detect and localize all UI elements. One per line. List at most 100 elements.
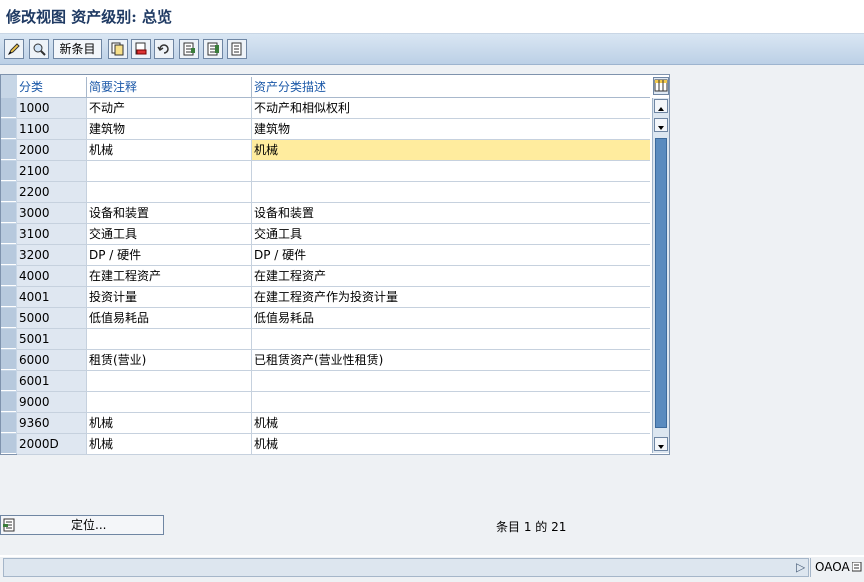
cell-description[interactable]: 机械 [252,140,650,160]
cell-short-text[interactable]: 交通工具 [87,224,252,244]
cell-class: 3100 [17,224,87,244]
row-selector[interactable] [1,371,16,391]
cell-description[interactable]: 建筑物 [252,119,650,139]
cell-description[interactable]: 在建工程资产 [252,266,650,286]
cell-description[interactable] [252,161,650,181]
row-selector[interactable] [1,266,16,286]
row-selector[interactable] [1,182,16,202]
sap-window: 修改视图 资产级别: 总览 新条目 分类 简要注释 资产分类描述 1000 不动… [0,0,864,582]
cell-short-text[interactable] [87,371,252,391]
row-selector[interactable] [1,350,16,370]
cell-class: 5000 [17,308,87,328]
cell-class: 1000 [17,98,87,118]
cell-short-text[interactable]: 设备和装置 [87,203,252,223]
status-message-field [3,558,809,577]
page-title: 修改视图 资产级别: 总览 [6,8,172,26]
position-button[interactable]: 定位... [0,515,164,535]
cell-short-text[interactable]: 机械 [87,434,252,454]
table-row: 3000 设备和装置 设备和装置 [17,203,650,224]
table-row: 2100 [17,161,650,182]
cell-description[interactable]: 在建工程资产作为投资计量 [252,287,650,307]
cell-short-text[interactable]: 投资计量 [87,287,252,307]
scroll-up-icon[interactable] [654,99,668,113]
cell-description[interactable] [252,329,650,349]
display-icon[interactable] [29,39,49,59]
cell-class: 5001 [17,329,87,349]
cell-class: 2100 [17,161,87,181]
title-bar: 修改视图 资产级别: 总览 [0,0,864,34]
row-selector[interactable] [1,98,16,118]
cell-short-text[interactable]: 不动产 [87,98,252,118]
status-bar: ▷ OAOA [0,557,864,582]
undo-icon[interactable] [154,39,174,59]
row-selector[interactable] [1,434,16,454]
table-row: 1100 建筑物 建筑物 [17,119,650,140]
cell-short-text[interactable]: 机械 [87,413,252,433]
table-row: 3200 DP / 硬件 DP / 硬件 [17,245,650,266]
table-row: 2000 机械 机械 [17,140,650,161]
cell-description[interactable]: 机械 [252,413,650,433]
cell-short-text[interactable] [87,329,252,349]
cell-short-text[interactable]: 在建工程资产 [87,266,252,286]
select-block-icon[interactable] [203,39,223,59]
cell-short-text[interactable]: 建筑物 [87,119,252,139]
cell-short-text[interactable] [87,161,252,181]
cell-description[interactable] [252,392,650,412]
system-client: OAOA [815,560,850,574]
cell-short-text[interactable]: 机械 [87,140,252,160]
column-header-class[interactable]: 分类 [17,77,87,97]
select-all-icon[interactable] [179,39,199,59]
deselect-all-icon[interactable] [227,39,247,59]
row-selector[interactable] [1,392,16,412]
row-selector[interactable] [1,287,16,307]
cell-class: 1100 [17,119,87,139]
table-row: 2000D 机械 机械 [17,434,650,455]
row-selector[interactable] [1,308,16,328]
cell-description[interactable] [252,182,650,202]
cell-class: 4000 [17,266,87,286]
copy-icon[interactable] [108,39,128,59]
position-button-label: 定位... [71,518,107,532]
row-selector[interactable] [1,413,16,433]
edit-icon[interactable] [4,39,24,59]
delete-icon[interactable] [131,39,151,59]
cell-description[interactable]: 不动产和相似权利 [252,98,650,118]
cell-class: 6001 [17,371,87,391]
cell-description[interactable] [252,371,650,391]
row-selector[interactable] [1,203,16,223]
table-row: 6001 [17,371,650,392]
row-selector[interactable] [1,161,16,181]
row-selector[interactable] [1,140,16,160]
scroll-page-down-icon[interactable] [654,118,668,132]
vertical-scrollbar[interactable] [652,98,669,453]
table-settings-icon[interactable] [653,77,669,95]
cell-short-text[interactable]: DP / 硬件 [87,245,252,265]
table-row: 9360 机械 机械 [17,413,650,434]
cell-class: 2200 [17,182,87,202]
row-selector[interactable] [1,245,16,265]
scroll-thumb[interactable] [655,138,667,428]
column-header-short-text[interactable]: 简要注释 [87,77,252,97]
row-selector[interactable] [1,329,16,349]
cell-description[interactable]: 已租赁资产(营业性租赁) [252,350,650,370]
cell-description[interactable]: DP / 硬件 [252,245,650,265]
cell-class: 2000D [17,434,87,454]
application-toolbar: 新条目 [0,34,864,65]
scroll-down-icon[interactable] [654,437,668,451]
cell-short-text[interactable] [87,392,252,412]
column-header-description[interactable]: 资产分类描述 [252,77,650,97]
cell-short-text[interactable]: 低值易耗品 [87,308,252,328]
new-entries-button[interactable]: 新条目 [53,39,102,59]
cell-description[interactable]: 机械 [252,434,650,454]
cell-class: 6000 [17,350,87,370]
cell-description[interactable]: 低值易耗品 [252,308,650,328]
cell-description[interactable]: 交通工具 [252,224,650,244]
cell-short-text[interactable] [87,182,252,202]
cell-short-text[interactable]: 租赁(营业) [87,350,252,370]
row-selector[interactable] [1,119,16,139]
table-row: 4001 投资计量 在建工程资产作为投资计量 [17,287,650,308]
cell-description[interactable]: 设备和装置 [252,203,650,223]
row-selector[interactable] [1,224,16,244]
status-expand-icon[interactable]: ▷ [796,560,805,574]
system-info[interactable]: OAOA [810,558,864,577]
